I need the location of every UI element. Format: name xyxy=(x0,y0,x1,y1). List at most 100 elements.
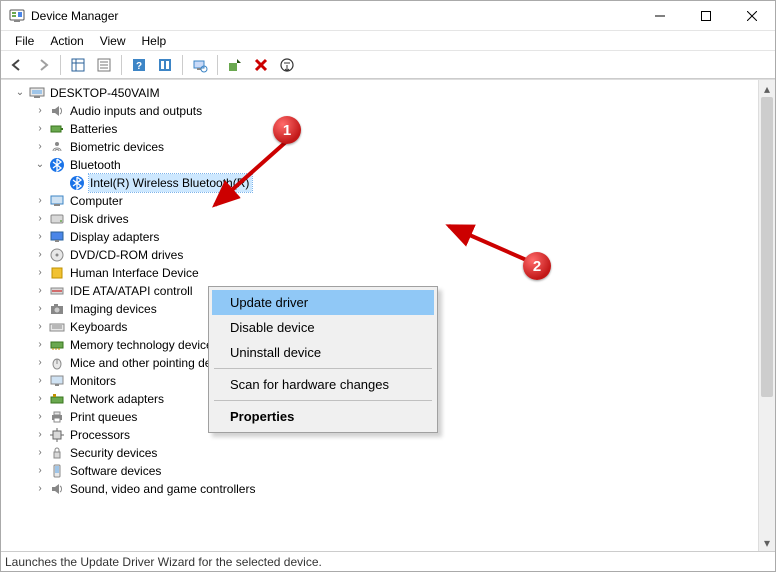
status-bar: Launches the Update Driver Wizard for th… xyxy=(1,551,775,571)
tree-root[interactable]: ⌄ DESKTOP-450VAIM xyxy=(5,84,758,102)
dvd-icon xyxy=(49,247,65,263)
tree-label: Batteries xyxy=(69,120,120,138)
chevron-right-icon[interactable]: › xyxy=(33,212,47,226)
menu-view[interactable]: View xyxy=(92,32,134,50)
tree-node-bluetooth[interactable]: ⌄ Bluetooth xyxy=(5,156,758,174)
ide-icon xyxy=(49,283,65,299)
status-text: Launches the Update Driver Wizard for th… xyxy=(5,555,322,569)
tree-node-sound[interactable]: › Sound, video and game controllers xyxy=(5,480,758,498)
chevron-right-icon[interactable]: › xyxy=(33,194,47,208)
tree-node-software[interactable]: › Software devices xyxy=(5,462,758,480)
tree-label: Biometric devices xyxy=(69,138,167,156)
menu-file[interactable]: File xyxy=(7,32,42,50)
vertical-scrollbar[interactable]: ▴ ▾ xyxy=(758,80,775,551)
cm-uninstall-device[interactable]: Uninstall device xyxy=(212,340,434,365)
tree-node-security[interactable]: › Security devices xyxy=(5,444,758,462)
minimize-button[interactable] xyxy=(637,1,683,31)
chevron-right-icon[interactable]: › xyxy=(33,320,47,334)
tree-node-batteries[interactable]: › Batteries xyxy=(5,120,758,138)
title-bar: Device Manager xyxy=(1,1,775,31)
tree-node-biometric[interactable]: › Biometric devices xyxy=(5,138,758,156)
scroll-up-arrow-icon[interactable]: ▴ xyxy=(759,80,775,97)
chevron-right-icon[interactable]: › xyxy=(33,122,47,136)
chevron-right-icon[interactable]: › xyxy=(33,410,47,424)
tree-node-audio[interactable]: › Audio inputs and outputs xyxy=(5,102,758,120)
client-area: ⌄ DESKTOP-450VAIM › Audio inputs and out… xyxy=(1,79,775,551)
chevron-right-icon[interactable]: › xyxy=(33,140,47,154)
chevron-right-icon[interactable]: › xyxy=(33,464,47,478)
tree-label: Display adapters xyxy=(69,228,162,246)
forward-button[interactable] xyxy=(31,53,55,77)
tree-node-computer[interactable]: › Computer xyxy=(5,192,758,210)
chevron-down-icon[interactable]: ⌄ xyxy=(33,158,47,172)
tree-node-bluetooth-device[interactable]: › Intel(R) Wireless Bluetooth(R) xyxy=(5,174,758,192)
chevron-right-icon[interactable]: › xyxy=(33,284,47,298)
chevron-right-icon[interactable]: › xyxy=(33,446,47,460)
app-icon xyxy=(9,8,25,24)
scroll-down-arrow-icon[interactable]: ▾ xyxy=(759,534,775,551)
network-icon xyxy=(49,391,65,407)
chevron-right-icon[interactable]: › xyxy=(33,248,47,262)
badge-text: 1 xyxy=(283,122,291,139)
chevron-right-icon[interactable]: › xyxy=(33,356,47,370)
display-icon xyxy=(49,229,65,245)
cm-properties[interactable]: Properties xyxy=(212,404,434,429)
scroll-track[interactable] xyxy=(759,97,775,534)
menu-help[interactable]: Help xyxy=(134,32,175,50)
cm-separator xyxy=(214,368,432,369)
sound-icon xyxy=(49,481,65,497)
chevron-down-icon[interactable]: ⌄ xyxy=(13,86,27,100)
tree-node-disk[interactable]: › Disk drives xyxy=(5,210,758,228)
chevron-right-icon[interactable]: › xyxy=(33,428,47,442)
toolbar: ? xyxy=(1,51,775,79)
update-driver-button[interactable] xyxy=(223,53,247,77)
toolbar-separator xyxy=(121,55,122,75)
keyboard-icon xyxy=(49,319,65,335)
bluetooth-icon xyxy=(69,175,85,191)
scan-hardware-button[interactable] xyxy=(188,53,212,77)
tree-label: Security devices xyxy=(69,444,160,462)
chevron-right-icon[interactable]: › xyxy=(33,338,47,352)
tree-label: Imaging devices xyxy=(69,300,160,318)
tree-node-dvd[interactable]: › DVD/CD-ROM drives xyxy=(5,246,758,264)
toolbar-separator xyxy=(217,55,218,75)
menu-action[interactable]: Action xyxy=(42,32,91,50)
toolbar-separator xyxy=(182,55,183,75)
chevron-right-icon[interactable]: › xyxy=(33,482,47,496)
tree-label: Disk drives xyxy=(69,210,132,228)
badge-text: 2 xyxy=(533,258,541,275)
tree-node-display[interactable]: › Display adapters xyxy=(5,228,758,246)
disable-button[interactable] xyxy=(275,53,299,77)
cm-disable-device[interactable]: Disable device xyxy=(212,315,434,340)
maximize-button[interactable] xyxy=(683,1,729,31)
tree-label-selected: Intel(R) Wireless Bluetooth(R) xyxy=(89,174,252,192)
help-button[interactable]: ? xyxy=(127,53,151,77)
scroll-thumb[interactable] xyxy=(761,97,773,397)
cm-separator xyxy=(214,400,432,401)
hid-icon xyxy=(49,265,65,281)
chevron-right-icon[interactable]: › xyxy=(33,266,47,280)
cm-update-driver[interactable]: Update driver xyxy=(212,290,434,315)
back-button[interactable] xyxy=(5,53,29,77)
chevron-right-icon[interactable]: › xyxy=(33,392,47,406)
chevron-right-icon[interactable]: › xyxy=(33,104,47,118)
tree-label: Audio inputs and outputs xyxy=(69,102,205,120)
chevron-right-icon[interactable]: › xyxy=(33,374,47,388)
menu-bar: File Action View Help xyxy=(1,31,775,51)
chevron-right-icon[interactable]: › xyxy=(33,230,47,244)
show-hidden-button[interactable] xyxy=(153,53,177,77)
tree-label: Bluetooth xyxy=(69,156,124,174)
properties-button[interactable] xyxy=(92,53,116,77)
tree-label: Keyboards xyxy=(69,318,130,336)
cm-scan-hardware[interactable]: Scan for hardware changes xyxy=(212,372,434,397)
cpu-icon xyxy=(49,427,65,443)
camera-icon xyxy=(49,301,65,317)
tree-label: IDE ATA/ATAPI controll xyxy=(69,282,195,300)
close-button[interactable] xyxy=(729,1,775,31)
chevron-right-icon[interactable]: › xyxy=(33,302,47,316)
tree-label: Memory technology devices xyxy=(69,336,222,354)
uninstall-button[interactable] xyxy=(249,53,273,77)
annotation-badge-2: 2 xyxy=(523,252,551,280)
show-hide-tree-button[interactable] xyxy=(66,53,90,77)
tree-node-hid[interactable]: › Human Interface Device xyxy=(5,264,758,282)
